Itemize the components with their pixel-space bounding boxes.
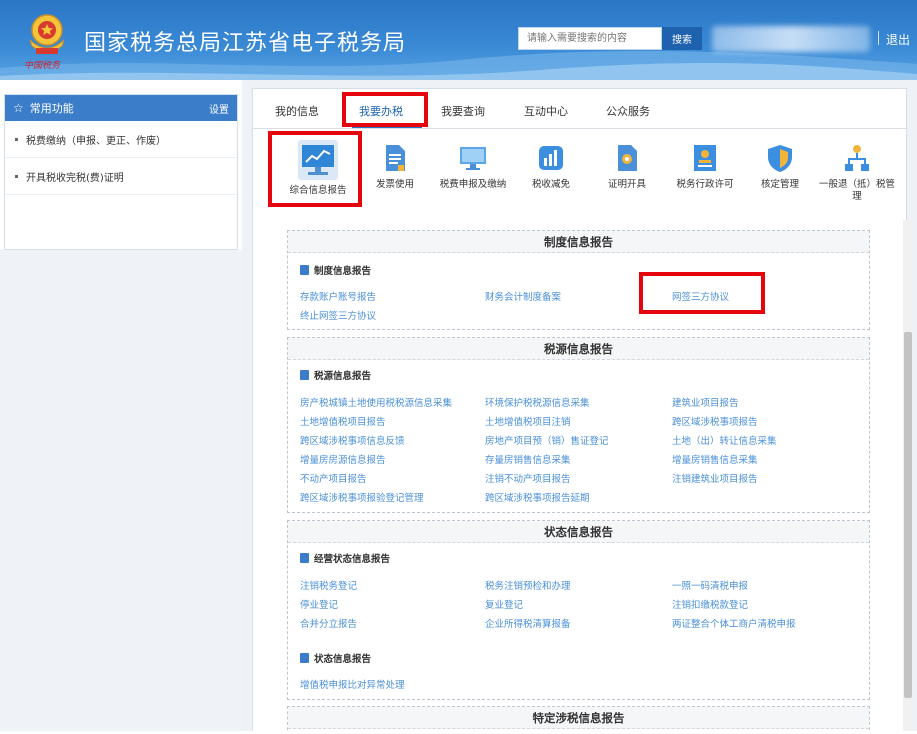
highlight-comprehensive-report: [268, 131, 362, 207]
document-icon: [386, 145, 405, 171]
tax-emblem-icon: [29, 14, 65, 54]
bar-chart-icon: [539, 146, 563, 170]
func-label: 核定管理: [760, 179, 799, 190]
logout-link[interactable]: 退出: [886, 31, 910, 48]
func-invoice-use[interactable]: 发票使用: [355, 143, 435, 191]
star-icon: ☆: [13, 101, 24, 115]
bullet-icon: [15, 174, 18, 178]
func-admin-permit[interactable]: 税务行政许可: [665, 143, 745, 191]
tab-public-service[interactable]: 公众服务: [606, 103, 650, 119]
link-item[interactable]: 建筑业项目报告: [672, 395, 739, 409]
func-tax-declaration[interactable]: 税费申报及缴纳: [433, 143, 513, 191]
func-tax-refund-mgmt[interactable]: 一般退（抵）税管理: [817, 143, 897, 203]
book-icon: [300, 653, 309, 663]
link-item[interactable]: 一照一码清税申报: [672, 578, 748, 592]
link-item[interactable]: 注销税务登记: [300, 578, 357, 592]
func-label: 证明开具: [607, 179, 646, 190]
site-title: 国家税务总局江苏省电子税务局: [84, 31, 407, 56]
sidebar-item-label: 开具税收完税(费)证明: [26, 172, 124, 184]
common-functions-title: 常用功能: [29, 102, 74, 115]
sub-title: 经营状态信息报告: [300, 551, 390, 565]
func-label: 一般退（抵）税管理: [818, 179, 895, 202]
link-item[interactable]: 合并分立报告: [300, 616, 357, 630]
link-item[interactable]: 跨区域涉税事项报验登记管理: [300, 490, 424, 504]
link-item[interactable]: 停业登记: [300, 597, 338, 611]
link-item[interactable]: 增量房销售信息采集: [672, 452, 758, 466]
link-item[interactable]: 税务注销预检和办理: [485, 578, 571, 592]
common-functions-header: ☆ 常用功能 设置: [5, 95, 237, 121]
func-label: 税费申报及缴纳: [439, 179, 507, 190]
section-title: 制度信息报告: [288, 231, 869, 253]
highlight-tab-do-tax: [342, 92, 428, 127]
link-item[interactable]: 增量房房源信息报告: [300, 452, 386, 466]
megaphone-icon: [300, 370, 309, 380]
link-item[interactable]: 企业所得税清算报备: [485, 616, 571, 630]
bullet-icon: [15, 137, 18, 141]
search-input[interactable]: [518, 27, 662, 50]
section-special: 特定涉税信息报告: [287, 706, 870, 734]
section-title: 状态信息报告: [288, 521, 869, 543]
func-tax-reduction[interactable]: 税收减免: [511, 143, 591, 191]
monitor-icon: [460, 147, 486, 170]
sidebar-item-tax-payment[interactable]: 税费缴纳（申报、更正、作废）: [5, 121, 237, 158]
sidebar-background: [0, 250, 242, 734]
section-title: 特定涉税信息报告: [288, 707, 869, 729]
func-label: 发票使用: [375, 179, 414, 190]
book-icon: [300, 265, 309, 275]
sub-title: 制度信息报告: [300, 263, 371, 277]
user-info-blurred: [712, 26, 870, 52]
tab-my-info[interactable]: 我的信息: [275, 103, 319, 119]
link-item[interactable]: 注销不动产项目报告: [485, 471, 571, 485]
link-item[interactable]: 房产税城镇土地使用税税源信息采集: [300, 395, 452, 409]
link-item[interactable]: 增值税申报比对异常处理: [300, 677, 405, 691]
func-label: 税务行政许可: [676, 179, 734, 190]
link-item[interactable]: 不动产项目报告: [300, 471, 367, 485]
link-item[interactable]: 注销扣缴税款登记: [672, 597, 748, 611]
site-header: 中国税务 国家税务总局江苏省电子税务局 搜索 退出: [0, 0, 917, 80]
shield-icon: [768, 145, 792, 172]
link-item[interactable]: 跨区域涉税事项报告延期: [485, 490, 590, 504]
link-item[interactable]: 存量房销售信息采集: [485, 452, 571, 466]
func-certificate-issue[interactable]: 证明开具: [587, 143, 667, 191]
link-accounting-system[interactable]: 财务会计制度备案: [485, 289, 561, 303]
link-item[interactable]: 两证整合个体工商户清税申报: [672, 616, 796, 630]
link-item[interactable]: 复业登记: [485, 597, 523, 611]
sidebar-item-tax-certificate[interactable]: 开具税收完税(费)证明: [5, 158, 237, 195]
tab-interaction[interactable]: 互动中心: [524, 103, 568, 119]
scrollbar-thumb[interactable]: [904, 332, 912, 698]
sidebar-item-label: 税费缴纳（申报、更正、作废）: [26, 135, 166, 147]
link-item[interactable]: 土地增值税项目报告: [300, 414, 386, 428]
section-tax-source: 税源信息报告 税源信息报告 房产税城镇土地使用税税源信息采集 环境保护税税源信息…: [287, 337, 870, 513]
func-assessment-mgmt[interactable]: 核定管理: [740, 143, 820, 191]
func-label: 税收减免: [531, 179, 570, 190]
id-card-icon: [694, 145, 716, 171]
sub-title: 税源信息报告: [300, 368, 371, 382]
brand-signature: 中国税务: [24, 61, 61, 71]
link-item[interactable]: 土地增值税项目注销: [485, 414, 571, 428]
sub-title: 状态信息报告: [300, 651, 371, 665]
section-status: 状态信息报告 经营状态信息报告 注销税务登记 税务注销预检和办理 一照一码清税申…: [287, 520, 870, 700]
section-title: 税源信息报告: [288, 338, 869, 360]
section-institution: 制度信息报告 制度信息报告 存款账户账号报告 财务会计制度备案 网签三方协议 终…: [287, 230, 870, 330]
book-icon: [300, 553, 309, 563]
link-item[interactable]: 跨区域涉税事项信息反馈: [300, 433, 405, 447]
logout-divider: [878, 31, 879, 45]
hierarchy-icon: [845, 145, 869, 171]
link-item[interactable]: 房地产项目预（销）售证登记: [485, 433, 609, 447]
certificate-icon: [618, 145, 637, 171]
tab-query[interactable]: 我要查询: [441, 103, 485, 119]
search-button[interactable]: 搜索: [662, 27, 702, 50]
settings-link[interactable]: 设置: [209, 101, 229, 116]
link-item[interactable]: 环境保护税税源信息采集: [485, 395, 590, 409]
common-functions-panel: ☆ 常用功能 设置 税费缴纳（申报、更正、作废） 开具税收完税(费)证明: [4, 94, 238, 250]
link-item[interactable]: 土地（出）转让信息采集: [672, 433, 777, 447]
link-terminate-agreement[interactable]: 终止网签三方协议: [300, 308, 376, 322]
link-item[interactable]: 注销建筑业项目报告: [672, 471, 758, 485]
highlight-tripartite-agreement: [639, 272, 765, 314]
link-deposit-account[interactable]: 存款账户账号报告: [300, 289, 376, 303]
link-item[interactable]: 跨区域涉税事项报告: [672, 414, 758, 428]
